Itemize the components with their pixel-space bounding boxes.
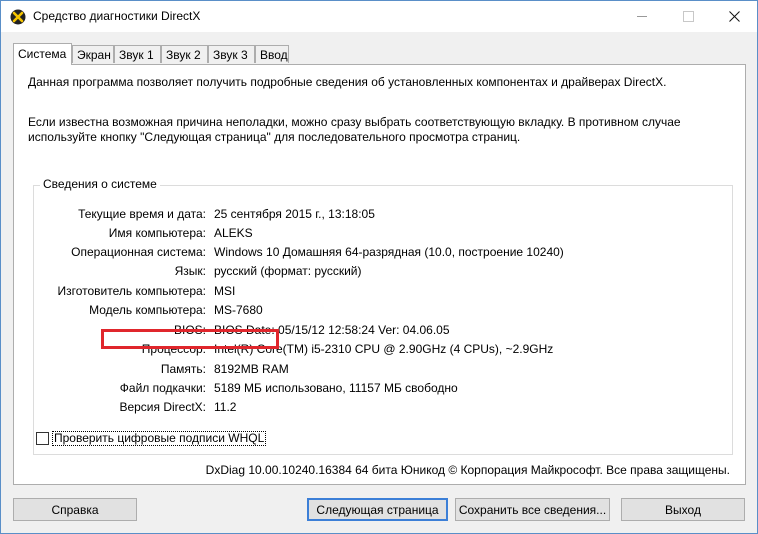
tab-input[interactable]: Ввод	[255, 45, 289, 63]
maximize-button[interactable]	[665, 1, 711, 32]
info-label: Текущие время и дата:	[78, 207, 206, 221]
window-title: Средство диагностики DirectX	[33, 9, 201, 23]
info-row-language: Язык: русский (формат: русский)	[34, 264, 714, 280]
info-label: Операционная система:	[71, 245, 206, 259]
info-label: Файл подкачки:	[119, 381, 206, 395]
intro-text-1: Данная программа позволяет получить подр…	[28, 75, 667, 89]
info-row-computer-name: Имя компьютера: ALEKS	[34, 226, 714, 242]
tab-sound-3[interactable]: Звук 3	[208, 45, 255, 63]
info-row-model: Модель компьютера: MS-7680	[34, 303, 714, 319]
info-label: Память:	[160, 362, 206, 376]
help-button[interactable]: Справка	[13, 498, 137, 521]
tab-system[interactable]: Система	[13, 43, 72, 65]
info-row-manufacturer: Изготовитель компьютера: MSI	[34, 284, 714, 300]
directx-version-highlight	[101, 329, 279, 349]
next-page-button[interactable]: Следующая страница	[307, 498, 448, 521]
exit-button[interactable]: Выход	[621, 498, 745, 521]
dxdiag-window: Средство диагностики DirectX Система Экр…	[0, 0, 758, 534]
info-value: Windows 10 Домашняя 64-разрядная (10.0, …	[214, 245, 564, 259]
info-label: Модель компьютера:	[89, 303, 206, 317]
save-all-button[interactable]: Сохранить все сведения...	[455, 498, 610, 521]
info-value: 8192MB RAM	[214, 362, 289, 376]
info-value: 25 сентября 2015 г., 13:18:05	[214, 207, 375, 221]
info-row-directx-version: Версия DirectX: 11.2	[34, 400, 714, 416]
info-value: 11.2	[214, 400, 237, 414]
tab-display[interactable]: Экран	[72, 45, 114, 63]
whql-checkbox[interactable]	[36, 432, 49, 445]
info-row-memory: Память: 8192MB RAM	[34, 362, 714, 378]
info-label: Имя компьютера:	[108, 226, 206, 240]
whql-checkbox-label[interactable]: Проверить цифровые подписи WHQL	[52, 431, 267, 446]
intro-text-2: Если известна возможная причина неполадк…	[28, 115, 681, 144]
system-info-group-label: Сведения о системе	[40, 177, 160, 191]
minimize-icon	[637, 16, 647, 17]
system-info-group: Сведения о системе Текущие время и дата:…	[33, 177, 733, 455]
info-value: ALEKS	[214, 226, 253, 240]
info-value: русский (формат: русский)	[214, 264, 362, 278]
maximize-icon	[682, 11, 694, 22]
directx-x-icon	[10, 9, 26, 25]
minimize-button[interactable]	[619, 1, 665, 32]
info-row-os: Операционная система: Windows 10 Домашня…	[34, 245, 714, 261]
info-value: MS-7680	[214, 303, 263, 317]
version-copyright-text: DxDiag 10.00.10240.16384 64 бита Юникод …	[205, 463, 730, 477]
info-label: Язык:	[174, 264, 206, 278]
info-value: MSI	[214, 284, 236, 298]
tab-sound-2[interactable]: Звук 2	[161, 45, 208, 63]
system-tab-panel: Данная программа позволяет получить подр…	[13, 64, 746, 485]
tab-sound-1[interactable]: Звук 1	[114, 45, 161, 63]
close-icon	[728, 11, 740, 22]
close-button[interactable]	[711, 1, 757, 32]
info-value: 5189 МБ использовано, 11157 МБ свободно	[214, 381, 458, 395]
info-label: Версия DirectX:	[119, 400, 206, 414]
info-row-datetime: Текущие время и дата: 25 сентября 2015 г…	[34, 207, 714, 223]
info-row-pagefile: Файл подкачки: 5189 МБ использовано, 111…	[34, 381, 714, 397]
info-label: Изготовитель компьютера:	[57, 284, 207, 298]
title-bar[interactable]: Средство диагностики DirectX	[1, 1, 757, 32]
